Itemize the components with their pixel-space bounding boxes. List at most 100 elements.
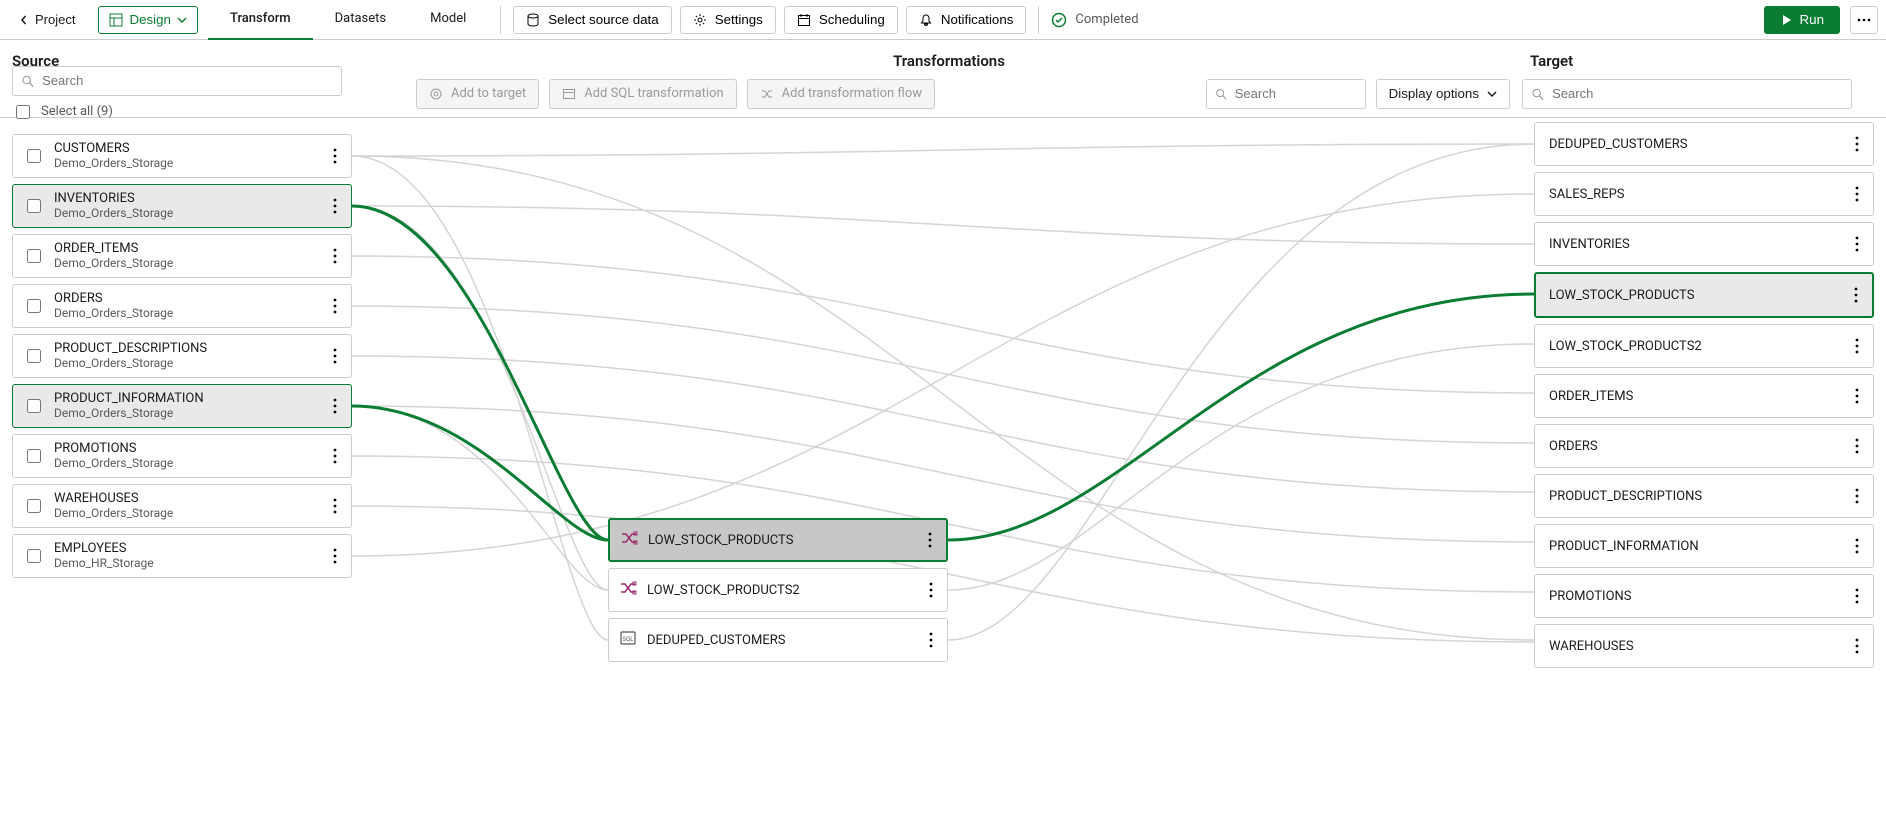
add-to-target-button[interactable]: Add to target <box>416 79 539 109</box>
design-icon <box>109 13 123 27</box>
more-vertical-icon[interactable] <box>921 576 941 604</box>
select-source-data-button[interactable]: Select source data <box>513 6 671 34</box>
scheduling-button[interactable]: Scheduling <box>784 6 898 34</box>
source-search[interactable] <box>12 66 342 96</box>
transformation-row-name: DEDUPED_CUSTOMERS <box>647 633 911 648</box>
transformations-search[interactable] <box>1206 79 1366 109</box>
transformations-search-input[interactable] <box>1233 85 1357 102</box>
add-to-target-label: Add to target <box>451 86 526 101</box>
run-button[interactable]: Run <box>1764 6 1840 34</box>
source-row-checkbox[interactable] <box>27 549 41 563</box>
more-vertical-icon[interactable] <box>1847 230 1867 258</box>
source-row-orders[interactable]: ORDERSDemo_Orders_Storage <box>12 284 352 328</box>
source-search-input[interactable] <box>40 72 333 89</box>
target-row-inventories[interactable]: INVENTORIES <box>1534 222 1874 266</box>
add-sql-transformation-button[interactable]: Add SQL transformation <box>549 79 736 109</box>
chevron-down-icon <box>177 15 187 25</box>
target-row-name: LOW_STOCK_PRODUCTS <box>1549 288 1836 303</box>
more-vertical-icon[interactable] <box>1846 281 1866 309</box>
target-row-sales_reps[interactable]: SALES_REPS <box>1534 172 1874 216</box>
select-all-input[interactable] <box>16 105 30 119</box>
source-row-checkbox[interactable] <box>27 399 41 413</box>
source-row-customers[interactable]: CUSTOMERSDemo_Orders_Storage <box>12 134 352 178</box>
source-row-checkbox[interactable] <box>27 149 41 163</box>
search-icon <box>1215 87 1227 101</box>
more-vertical-icon[interactable] <box>325 492 345 520</box>
target-search[interactable] <box>1522 79 1852 109</box>
more-vertical-icon[interactable] <box>325 442 345 470</box>
scheduling-label: Scheduling <box>819 12 885 27</box>
more-vertical-icon[interactable] <box>325 392 345 420</box>
target-row-order_items[interactable]: ORDER_ITEMS <box>1534 374 1874 418</box>
status-label: Completed <box>1075 12 1138 27</box>
toolbar-row: Select all (9) Add to target Add SQL tra… <box>0 70 1886 118</box>
target-row-low_stock_products[interactable]: LOW_STOCK_PRODUCTS <box>1534 272 1874 318</box>
source-row-promotions[interactable]: PROMOTIONSDemo_Orders_Storage <box>12 434 352 478</box>
more-vertical-icon[interactable] <box>1847 432 1867 460</box>
search-icon <box>1531 87 1544 101</box>
target-search-input[interactable] <box>1550 85 1843 102</box>
tab-model[interactable]: Model <box>408 0 488 40</box>
source-row-inventories[interactable]: INVENTORIESDemo_Orders_Storage <box>12 184 352 228</box>
more-actions-button[interactable] <box>1850 6 1878 34</box>
source-row-checkbox[interactable] <box>27 349 41 363</box>
more-vertical-icon[interactable] <box>325 142 345 170</box>
transformation-row-low_stock_products[interactable]: LOW_STOCK_PRODUCTS <box>608 518 948 562</box>
target-row-deduped_customers[interactable]: DEDUPED_CUSTOMERS <box>1534 122 1874 166</box>
source-row-labels: ORDER_ITEMSDemo_Orders_Storage <box>54 242 315 271</box>
source-row-order_items[interactable]: ORDER_ITEMSDemo_Orders_Storage <box>12 234 352 278</box>
source-row-checkbox[interactable] <box>27 449 41 463</box>
more-vertical-icon[interactable] <box>921 626 941 654</box>
source-row-checkbox[interactable] <box>27 299 41 313</box>
design-dropdown[interactable]: Design <box>98 6 198 34</box>
more-vertical-icon[interactable] <box>325 542 345 570</box>
transformation-row-low_stock_products2[interactable]: LOW_STOCK_PRODUCTS2 <box>608 568 948 612</box>
more-vertical-icon[interactable] <box>1847 332 1867 360</box>
source-row-name: CUSTOMERS <box>54 142 315 157</box>
more-vertical-icon[interactable] <box>1847 382 1867 410</box>
source-row-labels: EMPLOYEESDemo_HR_Storage <box>54 542 315 571</box>
tab-datasets[interactable]: Datasets <box>313 0 409 40</box>
target-row-name: INVENTORIES <box>1549 237 1837 252</box>
more-vertical-icon[interactable] <box>325 292 345 320</box>
more-vertical-icon[interactable] <box>1847 130 1867 158</box>
more-vertical-icon[interactable] <box>1847 582 1867 610</box>
target-row-product_information[interactable]: PRODUCT_INFORMATION <box>1534 524 1874 568</box>
source-row-sub: Demo_HR_Storage <box>54 557 315 571</box>
target-row-name: ORDERS <box>1549 439 1837 454</box>
add-transformation-flow-button[interactable]: Add transformation flow <box>747 79 935 109</box>
target-row-promotions[interactable]: PROMOTIONS <box>1534 574 1874 618</box>
more-vertical-icon[interactable] <box>1847 482 1867 510</box>
source-row-employees[interactable]: EMPLOYEESDemo_HR_Storage <box>12 534 352 578</box>
more-vertical-icon[interactable] <box>325 342 345 370</box>
search-icon <box>21 74 34 88</box>
source-row-checkbox[interactable] <box>27 199 41 213</box>
more-vertical-icon[interactable] <box>1847 532 1867 560</box>
transformation-row-deduped_customers[interactable]: SQLDEDUPED_CUSTOMERS <box>608 618 948 662</box>
source-row-product_descriptions[interactable]: PRODUCT_DESCRIPTIONSDemo_Orders_Storage <box>12 334 352 378</box>
source-row-warehouses[interactable]: WAREHOUSESDemo_Orders_Storage <box>12 484 352 528</box>
more-vertical-icon[interactable] <box>325 192 345 220</box>
more-vertical-icon[interactable] <box>920 526 940 554</box>
more-vertical-icon[interactable] <box>325 242 345 270</box>
source-row-sub: Demo_Orders_Storage <box>54 207 315 221</box>
source-row-product_information[interactable]: PRODUCT_INFORMATIONDemo_Orders_Storage <box>12 384 352 428</box>
source-row-checkbox[interactable] <box>27 499 41 513</box>
more-vertical-icon[interactable] <box>1847 632 1867 660</box>
notifications-button[interactable]: Notifications <box>906 6 1027 34</box>
source-row-sub: Demo_Orders_Storage <box>54 507 315 521</box>
settings-button[interactable]: Settings <box>680 6 776 34</box>
source-row-name: PROMOTIONS <box>54 442 315 457</box>
more-vertical-icon[interactable] <box>1847 180 1867 208</box>
target-row-product_descriptions[interactable]: PRODUCT_DESCRIPTIONS <box>1534 474 1874 518</box>
tab-transform[interactable]: Transform <box>208 0 313 40</box>
source-row-checkbox[interactable] <box>27 249 41 263</box>
target-row-low_stock_products2[interactable]: LOW_STOCK_PRODUCTS2 <box>1534 324 1874 368</box>
flow-icon <box>619 579 637 601</box>
back-to-project-button[interactable]: Project <box>8 6 86 34</box>
target-row-name: DEDUPED_CUSTOMERS <box>1549 137 1837 152</box>
display-options-button[interactable]: Display options <box>1376 79 1510 109</box>
target-row-warehouses[interactable]: WAREHOUSES <box>1534 624 1874 668</box>
target-row-orders[interactable]: ORDERS <box>1534 424 1874 468</box>
transformation-row-name: LOW_STOCK_PRODUCTS2 <box>647 583 911 598</box>
